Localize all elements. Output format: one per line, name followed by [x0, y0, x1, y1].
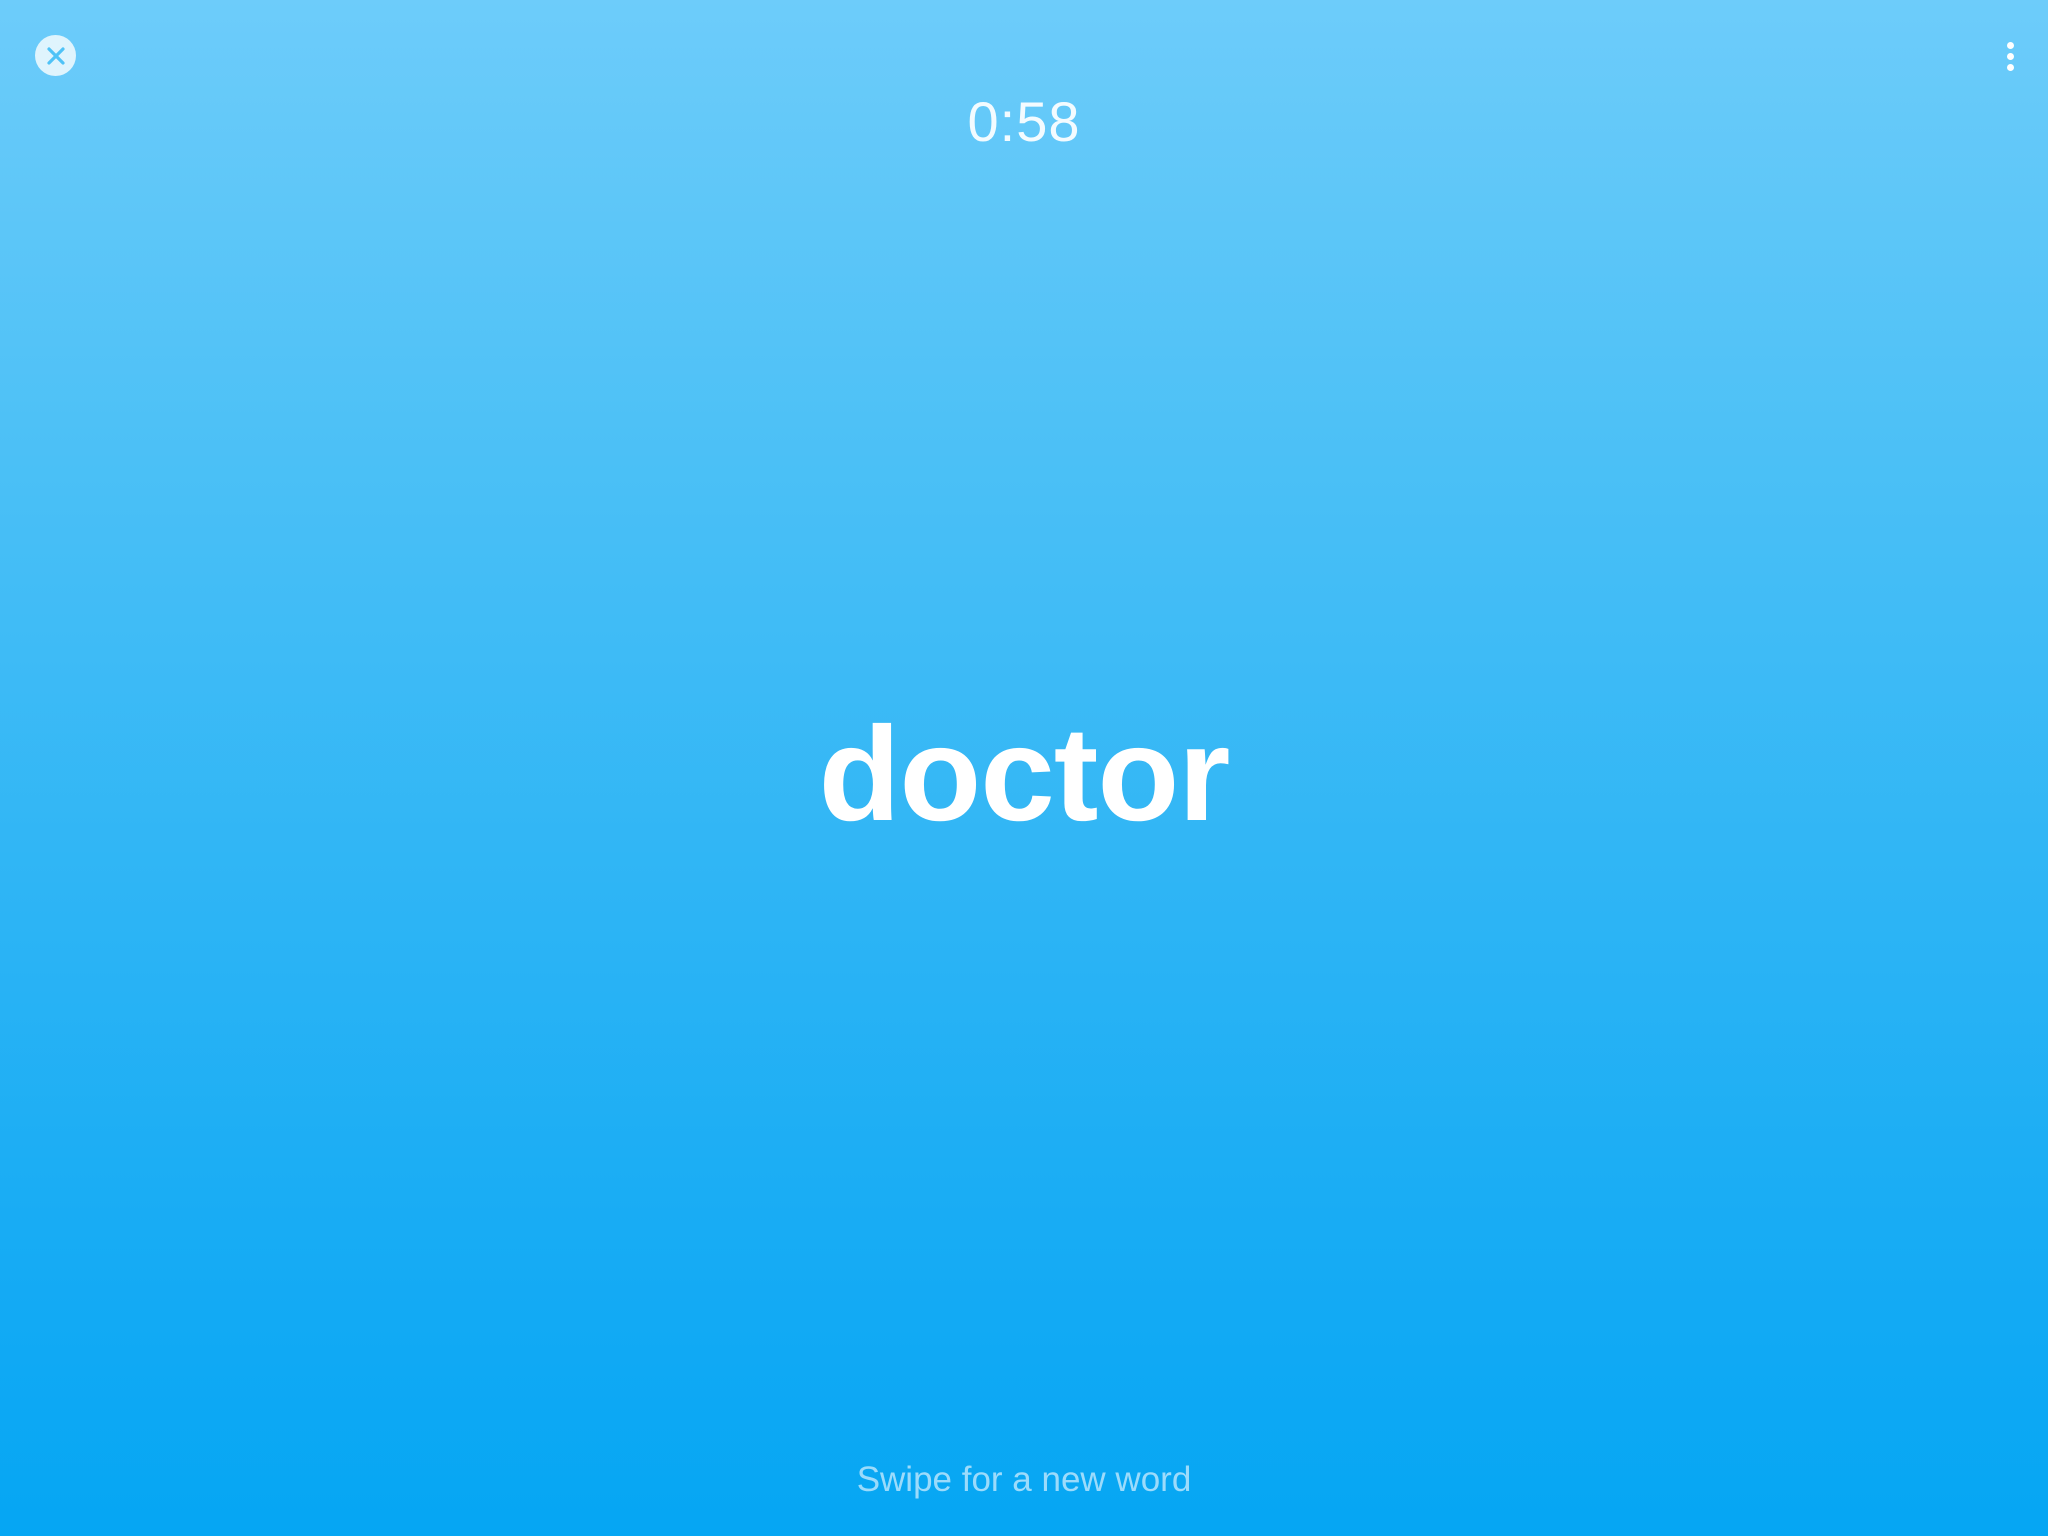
game-screen[interactable]: 0:58 doctor Swipe for a new word — [0, 0, 2048, 1536]
close-icon — [46, 46, 65, 65]
swipe-hint: Swipe for a new word — [856, 1460, 1192, 1499]
more-vertical-icon-dot — [2006, 52, 2014, 60]
more-options-button[interactable] — [1988, 36, 2032, 76]
countdown-timer: 0:58 — [967, 90, 1081, 153]
more-vertical-icon-dot — [2006, 63, 2014, 71]
current-word: doctor — [818, 700, 1231, 849]
more-vertical-icon — [2006, 41, 2014, 49]
close-button[interactable] — [35, 35, 76, 76]
